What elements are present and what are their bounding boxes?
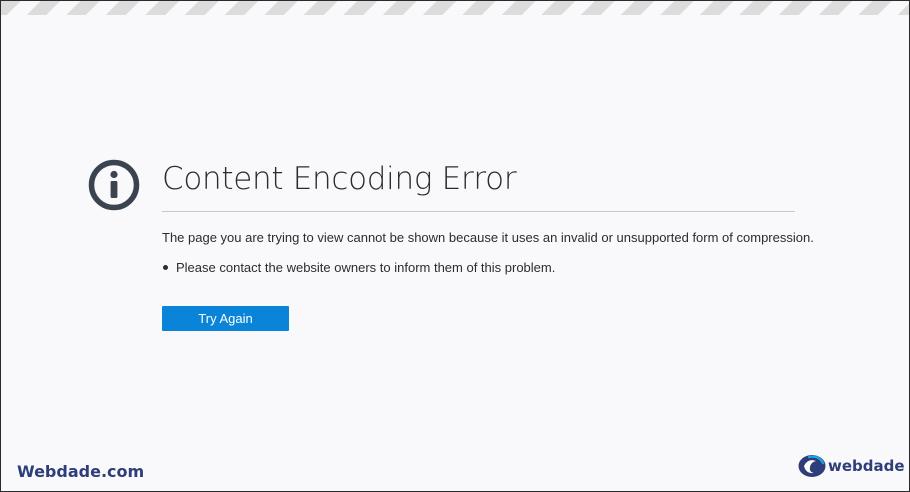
watermark-text-left: Webdade.com [17,462,145,481]
error-title: Content Encoding Error [162,161,517,197]
error-description: The page you are trying to view cannot b… [162,230,814,245]
webdade-logo-icon [798,455,826,477]
title-divider [162,211,795,212]
bullet-dot-icon [163,265,168,270]
error-bullet-text: Please contact the website owners to inf… [176,260,556,275]
browser-error-page: Content Encoding Error The page you are … [0,0,910,492]
try-again-button[interactable]: Try Again [162,306,289,331]
striped-top-border [1,1,909,15]
error-bullet-item: Please contact the website owners to inf… [162,260,555,275]
watermark-logo-right: webdade [797,453,905,479]
info-icon [88,159,140,211]
watermark-text-right: webdade [828,457,905,475]
